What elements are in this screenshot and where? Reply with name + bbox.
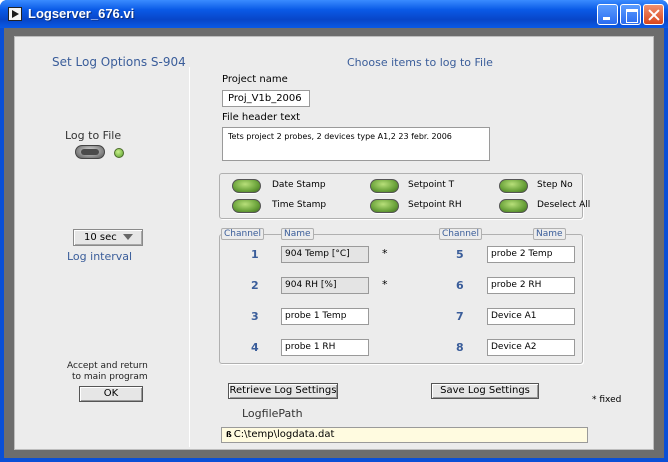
channel-header-right: Channel [439, 228, 482, 240]
log-to-file-switch[interactable] [75, 145, 105, 159]
channel-8-number: 8 [456, 341, 464, 354]
channel-3-name-input[interactable]: probe 1 Temp [281, 308, 369, 325]
channel-3-number: 3 [251, 310, 259, 323]
maximize-button[interactable] [620, 4, 641, 25]
log-interval-value: 10 sec [84, 232, 117, 243]
channel-4-number: 4 [251, 341, 259, 354]
accept-label-line2: to main program [72, 372, 148, 382]
fixed-note: * fixed [592, 395, 622, 405]
channel-2-name: 904 RH [%] [281, 277, 369, 294]
channel-6-number: 6 [456, 279, 464, 292]
channel-7-name-input[interactable]: Device A1 [487, 308, 575, 325]
retrieve-log-settings-button[interactable]: Retrieve Log Settings [228, 383, 338, 399]
project-name-input[interactable]: Proj_V1b_2006 [222, 90, 310, 107]
setpoint-t-label: Setpoint T [408, 180, 455, 190]
column-separator [189, 67, 190, 447]
log-interval-label: Log interval [67, 250, 133, 263]
file-header-label: File header text [222, 112, 301, 123]
application-window: Logserver_676.vi Set Log Options S-904 L… [0, 0, 668, 462]
channel-1-number: 1 [251, 248, 259, 261]
date-stamp-button[interactable] [232, 179, 261, 193]
log-interval-ring[interactable]: 10 sec [73, 229, 143, 246]
front-panel: Set Log Options S-904 Log to File 10 sec… [14, 36, 654, 450]
close-button[interactable] [643, 4, 664, 25]
accept-label-line1: Accept and return [67, 361, 148, 371]
channel-6-name-input[interactable]: probe 2 RH [487, 277, 575, 294]
name-header-right: Name [533, 228, 566, 240]
channel-7-number: 7 [456, 310, 464, 323]
channel-1-fixed-marker: * [382, 247, 388, 260]
chevron-down-icon [122, 234, 133, 240]
log-to-file-indicator [114, 148, 124, 158]
channel-4-name-input[interactable]: probe 1 RH [281, 339, 369, 356]
log-to-file-label: Log to File [65, 129, 122, 142]
channel-2-fixed-marker: * [382, 278, 388, 291]
step-no-button[interactable] [499, 179, 528, 193]
path-icon: ß [226, 430, 232, 439]
window-client-area: Set Log Options S-904 Log to File 10 sec… [4, 28, 664, 458]
project-name-label: Project name [222, 74, 288, 85]
setpoint-t-button[interactable] [370, 179, 399, 193]
name-header-left: Name [281, 228, 314, 240]
title-bar[interactable]: Logserver_676.vi [0, 0, 668, 28]
minimize-button[interactable] [597, 4, 618, 25]
ok-button[interactable]: OK [79, 386, 143, 402]
window-title: Logserver_676.vi [28, 6, 135, 21]
setpoint-rh-button[interactable] [370, 199, 399, 213]
set-log-options-title: Set Log Options S-904 [52, 55, 186, 69]
logfile-path-value: C:\temp\logdata.dat [233, 429, 335, 440]
channel-5-name-input[interactable]: probe 2 Temp [487, 246, 575, 263]
deselect-all-button[interactable] [499, 199, 528, 213]
time-stamp-label: Time Stamp [272, 200, 327, 210]
channel-header-left: Channel [221, 228, 264, 240]
save-log-settings-button[interactable]: Save Log Settings [431, 383, 539, 399]
channel-8-name-input[interactable]: Device A2 [487, 339, 575, 356]
channel-1-name: 904 Temp [°C] [281, 246, 369, 263]
date-stamp-label: Date Stamp [272, 180, 326, 190]
choose-items-title: Choose items to log to File [347, 56, 493, 69]
logfile-path-label: LogfilePath [242, 407, 303, 420]
deselect-all-label: Deselect All [537, 200, 591, 210]
time-stamp-button[interactable] [232, 199, 261, 213]
setpoint-rh-label: Setpoint RH [408, 200, 462, 210]
file-header-input[interactable]: Tets project 2 probes, 2 devices type A1… [222, 127, 490, 161]
channel-5-number: 5 [456, 248, 464, 261]
logfile-path-input[interactable]: ß C:\temp\logdata.dat [221, 427, 588, 443]
labview-vi-icon [8, 7, 22, 21]
step-no-label: Step No [537, 180, 573, 190]
channel-2-number: 2 [251, 279, 259, 292]
